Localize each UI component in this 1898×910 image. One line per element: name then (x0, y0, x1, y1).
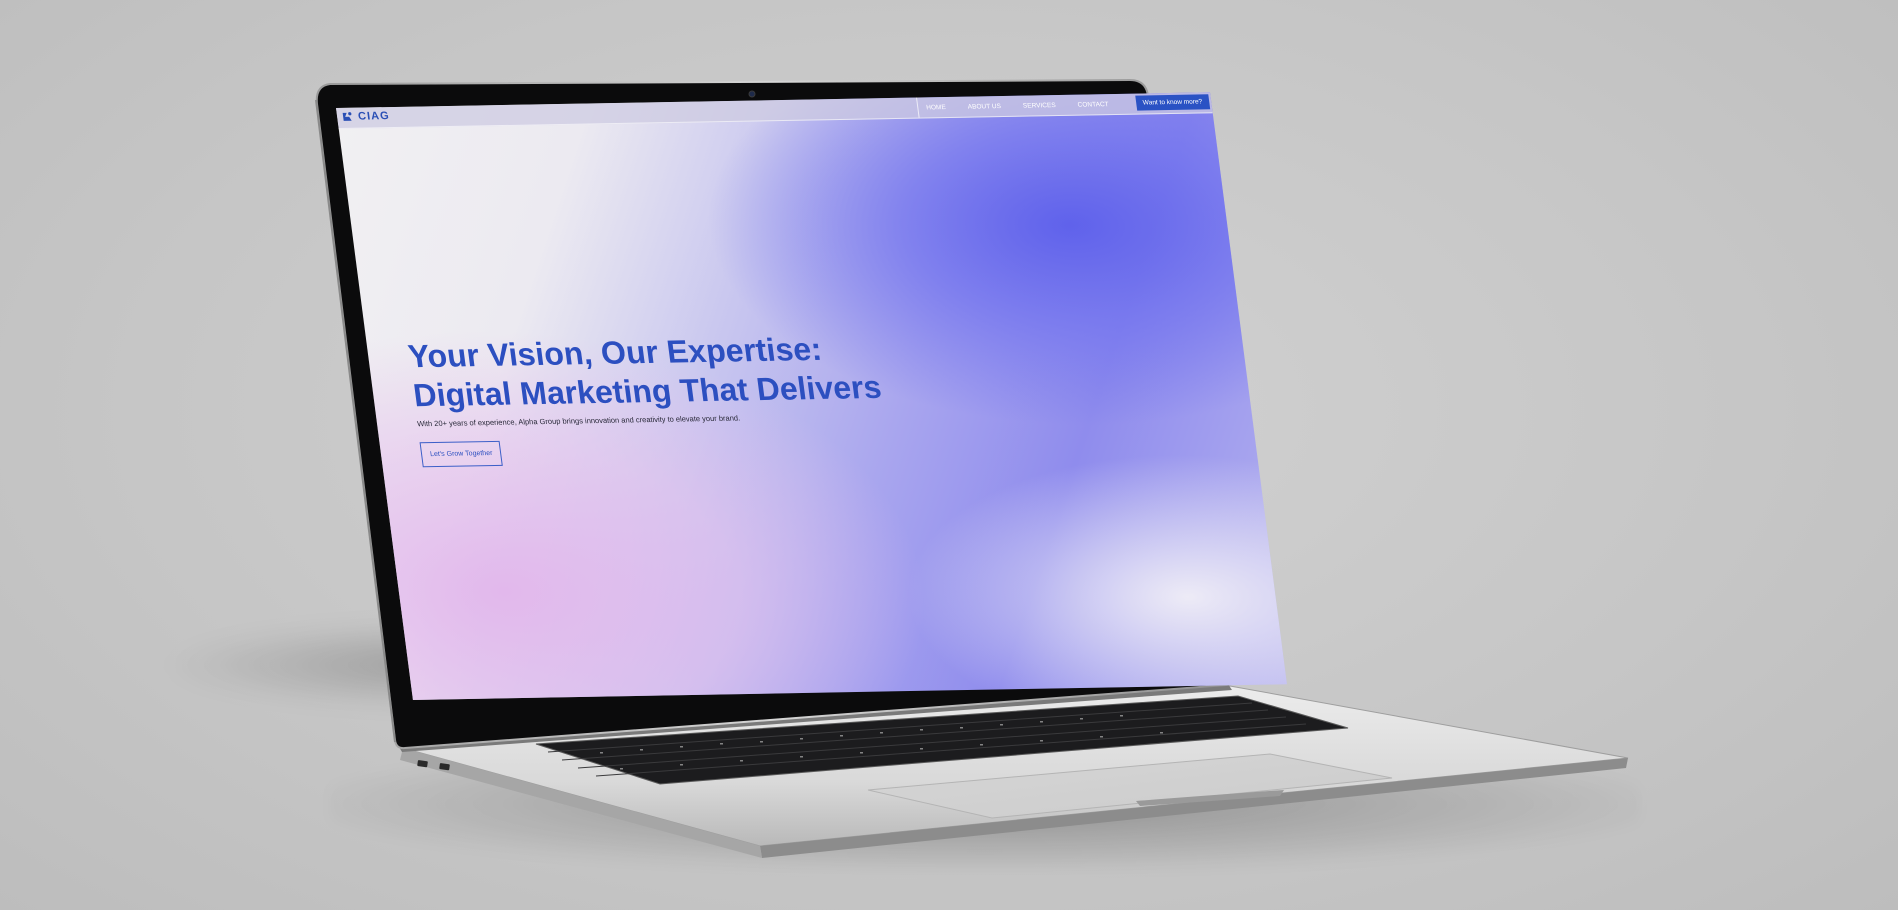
nav-services[interactable]: SERVICES (1022, 102, 1056, 110)
want-to-know-more-button[interactable]: Want to know more? (1134, 94, 1211, 111)
hero-title-line-2: Digital Marketing That Delivers (411, 368, 884, 414)
site-logo[interactable]: CIAG (340, 110, 390, 123)
laptop-screen: CIAG HOME ABOUT US SERVICES CONTACT Want… (336, 92, 1287, 700)
hero-section: Your Vision, Our Expertise: Digital Mark… (406, 329, 891, 468)
ciag-logo-mark-icon (342, 112, 352, 121)
lets-grow-together-button[interactable]: Let's Grow Together (419, 440, 504, 468)
nav-home[interactable]: HOME (926, 104, 946, 111)
nav-about-us[interactable]: ABOUT US (967, 103, 1001, 111)
nav-contact[interactable]: CONTACT (1077, 101, 1109, 109)
nav-links: HOME ABOUT US SERVICES CONTACT (916, 93, 1132, 118)
webcam-icon (748, 90, 756, 98)
logo-text: CIAG (357, 110, 391, 123)
laptop-mockup-scene: CIAG HOME ABOUT US SERVICES CONTACT Want… (0, 0, 1898, 910)
